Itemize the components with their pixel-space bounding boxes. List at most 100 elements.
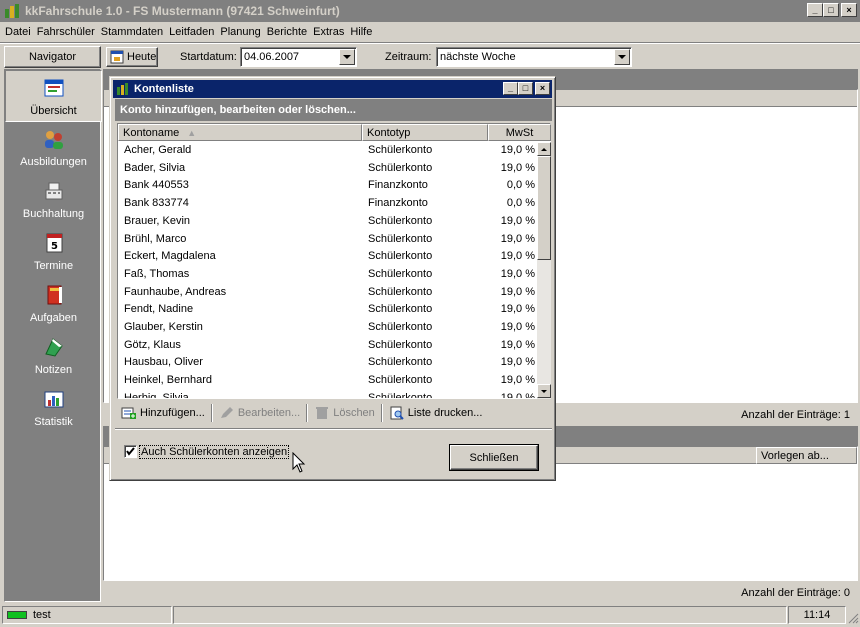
account-row[interactable]: Götz, Klaus Schülerkonto 19,0 %: [118, 337, 537, 355]
startdate-value: 04.06.2007: [244, 51, 300, 63]
account-row[interactable]: Faß, Thomas Schülerkonto 19,0 %: [118, 266, 537, 284]
account-row[interactable]: Faunhaube, Andreas Schülerkonto 19,0 %: [118, 284, 537, 302]
minimize-button[interactable]: _: [807, 3, 823, 17]
close-window-button[interactable]: ×: [841, 3, 857, 17]
menu-stammdaten[interactable]: Stammdaten: [98, 26, 166, 38]
nav-label-statistik: Statistik: [34, 416, 73, 428]
nav-label-buchhaltung: Buchhaltung: [22, 208, 85, 220]
period-value: nächste Woche: [440, 51, 516, 63]
account-row[interactable]: Brühl, Marco Schülerkonto 19,0 %: [118, 231, 537, 249]
nav-label-ausbildungen: Ausbildungen: [20, 156, 87, 168]
account-vat: 19,0 %: [500, 144, 535, 156]
account-name: Brauer, Kevin: [124, 214, 191, 227]
upper-count: Anzahl der Einträge: 1: [741, 409, 850, 421]
account-row[interactable]: Heinkel, Bernhard Schülerkonto 19,0 %: [118, 372, 537, 390]
account-vat: 19,0 %: [500, 214, 535, 227]
account-row[interactable]: Bader, Silvia Schülerkonto 19,0 %: [118, 160, 537, 178]
menu-hilfe[interactable]: Hilfe: [347, 26, 375, 38]
menu-datei[interactable]: Datei: [2, 26, 34, 38]
account-vat: 19,0 %: [500, 267, 535, 280]
account-type: Finanzkonto: [368, 197, 428, 210]
account-name: Herbig, Silvia: [124, 391, 189, 398]
menu-fahrschueler[interactable]: Fahrschüler: [34, 26, 98, 38]
account-vat: 19,0 %: [500, 303, 535, 316]
menu-leitfaden[interactable]: Leitfaden: [166, 26, 217, 38]
scroll-down-button[interactable]: [537, 384, 551, 398]
maximize-button[interactable]: □: [823, 3, 839, 17]
arrow-up-icon: [541, 147, 547, 151]
print-list-button[interactable]: Liste drucken...: [385, 403, 487, 423]
nav-item-aufgaben[interactable]: Aufgaben: [5, 278, 102, 330]
checkbox-box[interactable]: [124, 445, 137, 458]
overview-icon: [43, 77, 65, 99]
account-row[interactable]: Bank 833774 Finanzkonto 0,0 %: [118, 195, 537, 213]
close-dialog-label: Schließen: [469, 451, 519, 464]
menu-planung[interactable]: Planung: [217, 26, 263, 38]
account-name: Fendt, Nadine: [124, 303, 194, 316]
nav-item-statistik[interactable]: Statistik: [5, 382, 102, 434]
scroll-thumb[interactable]: [537, 156, 551, 260]
account-name: Eckert, Magdalena: [124, 250, 216, 263]
close-dialog-button[interactable]: Schließen: [449, 444, 539, 471]
period-select[interactable]: nächste Woche: [436, 47, 632, 67]
delete-icon: [314, 406, 330, 420]
dialog-maximize-button[interactable]: □: [518, 82, 533, 95]
account-row[interactable]: Fendt, Nadine Schülerkonto 19,0 %: [118, 301, 537, 319]
menu-extras[interactable]: Extras: [310, 26, 347, 38]
delete-account-button[interactable]: Löschen: [310, 403, 379, 423]
account-vat: 0,0 %: [506, 179, 535, 192]
menu-bar: Datei Fahrschüler Stammdaten Leitfaden P…: [0, 22, 860, 42]
account-vat: 19,0 %: [500, 374, 535, 387]
dialog-minimize-button[interactable]: _: [503, 82, 518, 95]
dialog-close-button[interactable]: ×: [535, 82, 550, 95]
account-name: Glauber, Kerstin: [124, 321, 203, 333]
main-window-titlebar[interactable]: kkFahrschule 1.0 - FS Mustermann (97421 …: [0, 0, 860, 22]
menu-berichte[interactable]: Berichte: [264, 26, 310, 38]
account-vat: 19,0 %: [500, 250, 535, 263]
delete-account-label: Löschen: [333, 407, 375, 419]
nav-label-notizen: Notizen: [34, 364, 73, 376]
show-student-accounts-checkbox[interactable]: Auch Schülerkonten anzeigen: [124, 444, 290, 459]
edit-account-button[interactable]: Bearbeiten...: [215, 403, 304, 423]
account-row[interactable]: Bank 440553 Finanzkonto 0,0 %: [118, 177, 537, 195]
account-row[interactable]: Herbig, Silvia Schülerkonto 19,0 %: [118, 390, 537, 398]
account-row[interactable]: Eckert, Magdalena Schülerkonto 19,0 %: [118, 248, 537, 266]
account-name: Brühl, Marco: [124, 232, 187, 245]
toolbar-separator: [306, 404, 309, 422]
main-window-title: kkFahrschule 1.0 - FS Mustermann (97421 …: [25, 4, 340, 18]
status-time: 11:14: [803, 609, 831, 621]
status-panel-middle: [173, 606, 787, 624]
period-label: Zeitraum:: [385, 51, 432, 63]
nav-item-notizen[interactable]: Notizen: [5, 330, 102, 382]
account-type: Schülerkonto: [368, 232, 433, 245]
status-text: test: [33, 609, 51, 621]
dialog-titlebar[interactable]: Kontenliste _ □ ×: [113, 80, 552, 98]
account-row[interactable]: Brauer, Kevin Schülerkonto 19,0 %: [118, 213, 537, 231]
startdate-dropdown-button[interactable]: [339, 49, 355, 65]
present-column-header[interactable]: Vorlegen ab...: [756, 447, 857, 464]
nav-item-termine[interactable]: 5 Termine: [5, 226, 102, 278]
print-list-label: Liste drucken...: [407, 407, 483, 419]
status-bar: test 11:14: [0, 604, 860, 625]
account-vat: 19,0 %: [500, 356, 535, 369]
add-icon: [121, 406, 137, 420]
account-type: Schülerkonto: [368, 214, 433, 227]
nav-item-buchhaltung[interactable]: Buchhaltung: [5, 174, 102, 226]
account-name: Bader, Silvia: [124, 161, 186, 174]
present-label: Vorlegen ab...: [761, 449, 829, 462]
today-button[interactable]: Heute: [106, 47, 158, 67]
accounts-list[interactable]: Kontoname ▲ Kontotyp MwSt Acher, Gerald S…: [117, 123, 551, 399]
navigator-header: Navigator: [4, 46, 101, 68]
list-scrollbar[interactable]: [537, 142, 551, 399]
nav-item-ausbildungen[interactable]: Ausbildungen: [5, 122, 102, 174]
account-row[interactable]: Hausbau, Oliver Schülerkonto 19,0 %: [118, 354, 537, 372]
add-account-button[interactable]: Hinzufügen...: [117, 403, 209, 423]
nav-item-uebersicht[interactable]: Übersicht: [5, 70, 102, 122]
account-row[interactable]: Glauber, Kerstin Schülerkonto 19,0 %: [118, 319, 537, 337]
startdate-input[interactable]: 04.06.2007: [240, 47, 357, 67]
account-row[interactable]: Acher, Gerald Schülerkonto 19,0 %: [118, 142, 537, 160]
dialog-header-text: Konto hinzufügen, bearbeiten oder lösche…: [120, 104, 356, 116]
period-dropdown-button[interactable]: [614, 49, 630, 65]
nav-label-uebersicht: Übersicht: [30, 105, 77, 117]
scroll-up-button[interactable]: [537, 142, 551, 156]
